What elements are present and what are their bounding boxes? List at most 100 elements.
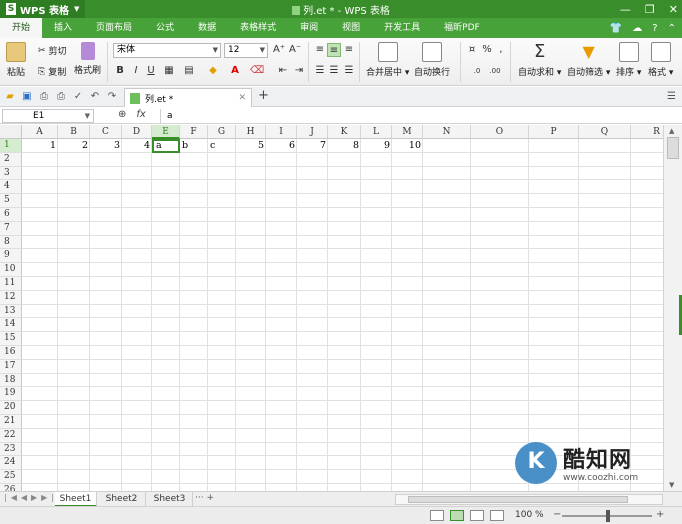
print-preview-icon[interactable]: ⎙ bbox=[37, 90, 51, 104]
column-header-e[interactable]: E bbox=[152, 125, 180, 139]
column-header-c[interactable]: C bbox=[90, 125, 122, 139]
column-header-d[interactable]: D bbox=[122, 125, 152, 139]
indent-increase-icon[interactable]: ⇥ bbox=[292, 64, 306, 78]
open-folder-icon[interactable]: ▰ bbox=[3, 90, 17, 104]
cell-d1[interactable]: 4 bbox=[122, 139, 152, 153]
zoom-level[interactable]: 100 % bbox=[515, 510, 544, 520]
name-box[interactable]: E1 ▼ bbox=[2, 109, 94, 123]
row-header-16[interactable]: 16 bbox=[0, 346, 22, 360]
increase-font-icon[interactable]: A⁺ bbox=[272, 43, 286, 57]
cloud-icon[interactable]: ☁ bbox=[632, 23, 642, 34]
row-header-8[interactable]: 8 bbox=[0, 235, 22, 250]
sheet-tab-1[interactable]: Sheet1 bbox=[55, 492, 97, 507]
borders-icon[interactable]: ▦ bbox=[162, 64, 176, 78]
thousands-icon[interactable]: , bbox=[494, 43, 508, 57]
format-button[interactable]: 格式 ▾ bbox=[648, 42, 673, 78]
full-screen-icon[interactable] bbox=[490, 510, 504, 521]
autofilter-button[interactable]: ▼ 自动筛选 ▾ bbox=[567, 42, 610, 78]
document-tab[interactable]: 列.et * ✕ bbox=[124, 88, 252, 107]
cell-h1[interactable]: 5 bbox=[236, 139, 266, 153]
minimize-icon[interactable]: — bbox=[620, 3, 631, 16]
row-header-18[interactable]: 18 bbox=[0, 373, 22, 388]
row-header-17[interactable]: 17 bbox=[0, 359, 22, 374]
close-tab-icon[interactable]: ✕ bbox=[238, 93, 246, 103]
font-size-select[interactable]: 12 ▼ bbox=[224, 43, 268, 58]
column-header-o[interactable]: O bbox=[471, 125, 529, 139]
percent-icon[interactable]: % bbox=[480, 43, 494, 57]
page-break-view-icon[interactable] bbox=[470, 510, 484, 521]
app-menu-button[interactable]: S WPS 表格 ▼ bbox=[0, 0, 86, 18]
tab-data[interactable]: 数据 bbox=[186, 18, 228, 38]
cut-button[interactable]: ✂ 剪切 bbox=[38, 44, 67, 58]
italic-button[interactable]: I bbox=[129, 64, 143, 78]
row-header-7[interactable]: 7 bbox=[0, 221, 22, 236]
row-header-26[interactable]: 26 bbox=[0, 484, 22, 491]
decrease-font-icon[interactable]: A⁻ bbox=[288, 43, 302, 57]
align-bottom-icon[interactable]: ≡ bbox=[342, 43, 356, 57]
fx-icon[interactable]: fx bbox=[136, 109, 145, 120]
row-header-1[interactable]: 1 bbox=[0, 139, 22, 153]
tab-review[interactable]: 审阅 bbox=[288, 18, 330, 38]
add-sheet-icon[interactable]: ··· + bbox=[195, 493, 214, 503]
row-header-4[interactable]: 4 bbox=[0, 180, 22, 195]
wrap-text-button[interactable]: 自动换行 bbox=[414, 42, 450, 78]
restore-icon[interactable]: ❐ bbox=[645, 3, 655, 16]
tab-home[interactable]: 开始 bbox=[0, 18, 43, 38]
zoom-in-icon[interactable]: + bbox=[656, 509, 664, 520]
close-icon[interactable]: ✕ bbox=[669, 3, 678, 16]
column-header-j[interactable]: J bbox=[297, 125, 328, 139]
print-icon[interactable]: ⎙ bbox=[54, 90, 68, 104]
tab-formulas[interactable]: 公式 bbox=[144, 18, 186, 38]
new-tab-button[interactable]: + bbox=[258, 88, 269, 103]
tab-insert[interactable]: 插入 bbox=[42, 18, 84, 38]
copy-button[interactable]: ⎘ 复制 bbox=[38, 65, 66, 79]
tab-developer[interactable]: 开发工具 bbox=[372, 18, 432, 38]
row-header-14[interactable]: 14 bbox=[0, 318, 22, 333]
clear-format-icon[interactable]: ⌫ bbox=[250, 64, 264, 78]
row-header-9[interactable]: 9 bbox=[0, 249, 22, 264]
fill-color-icon[interactable]: ◆ bbox=[206, 64, 220, 78]
cell-i1[interactable]: 6 bbox=[266, 139, 297, 153]
cell-b1[interactable]: 2 bbox=[58, 139, 90, 153]
number-format-icon[interactable]: ¤ bbox=[465, 43, 479, 57]
row-header-19[interactable]: 19 bbox=[0, 387, 22, 402]
cell-c1[interactable]: 3 bbox=[90, 139, 122, 153]
zoom-formula-icon[interactable]: ⊕ bbox=[118, 109, 126, 120]
align-right-icon[interactable]: ☰ bbox=[342, 64, 356, 78]
row-header-23[interactable]: 23 bbox=[0, 442, 22, 457]
bold-button[interactable]: B bbox=[113, 64, 127, 78]
tab-view[interactable]: 视图 bbox=[330, 18, 372, 38]
skin-icon[interactable]: 👕 bbox=[610, 23, 622, 34]
autosum-button[interactable]: Σ 自动求和 ▾ bbox=[518, 42, 561, 79]
horizontal-scrollbar[interactable] bbox=[395, 494, 663, 505]
row-header-3[interactable]: 3 bbox=[0, 166, 22, 181]
column-header-i[interactable]: I bbox=[266, 125, 297, 139]
font-name-select[interactable]: 宋体 ▼ bbox=[113, 43, 221, 58]
column-header-b[interactable]: B bbox=[58, 125, 90, 139]
merge-center-button[interactable]: 合并居中 ▾ bbox=[366, 42, 409, 78]
column-header-f[interactable]: F bbox=[180, 125, 208, 139]
sheet-tab-2[interactable]: Sheet2 bbox=[98, 492, 146, 507]
select-all-corner[interactable] bbox=[0, 125, 22, 139]
row-header-24[interactable]: 24 bbox=[0, 456, 22, 471]
column-header-k[interactable]: K bbox=[328, 125, 361, 139]
row-header-13[interactable]: 13 bbox=[0, 304, 22, 319]
decrease-decimal-icon[interactable]: .00 bbox=[488, 64, 502, 78]
column-header-n[interactable]: N bbox=[423, 125, 471, 139]
sort-button[interactable]: 排序 ▾ bbox=[616, 42, 641, 78]
row-header-11[interactable]: 11 bbox=[0, 277, 22, 291]
column-header-g[interactable]: G bbox=[208, 125, 236, 139]
column-header-m[interactable]: M bbox=[392, 125, 423, 139]
row-header-5[interactable]: 5 bbox=[0, 194, 22, 208]
row-header-15[interactable]: 15 bbox=[0, 332, 22, 346]
spreadsheet-grid[interactable]: A B C D E F G H I J K L M N O P Q R 1 2 3 4 5 6 7 8 9 10 11 12 13 14 15 1… bbox=[0, 125, 663, 491]
scroll-thumb[interactable] bbox=[667, 137, 679, 159]
column-header-h[interactable]: H bbox=[236, 125, 266, 139]
cell-f1[interactable]: b bbox=[180, 139, 208, 153]
ribbon-collapse-icon[interactable]: ⌃ bbox=[668, 23, 676, 34]
cell-m1[interactable]: 10 bbox=[392, 139, 423, 153]
save-icon[interactable]: ▣ bbox=[20, 90, 34, 104]
align-middle-icon[interactable]: ≡ bbox=[327, 43, 341, 57]
cell-style-icon[interactable]: ▤ bbox=[182, 64, 196, 78]
increase-decimal-icon[interactable]: .0 bbox=[470, 64, 484, 78]
